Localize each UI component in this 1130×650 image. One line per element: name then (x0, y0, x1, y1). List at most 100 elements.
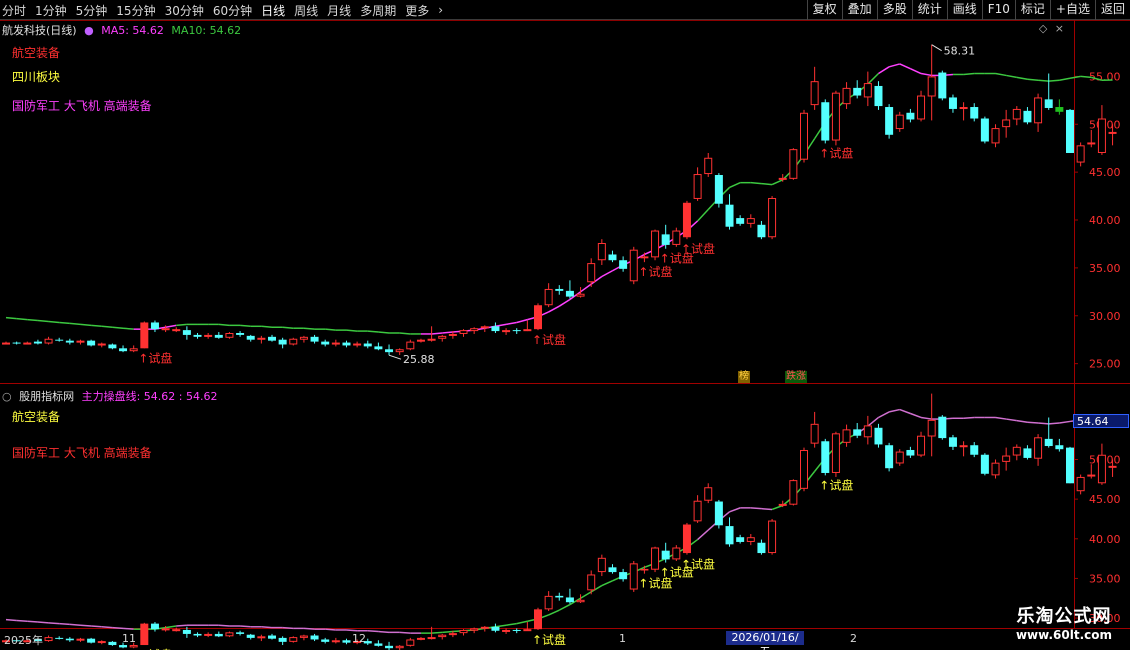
top-ma-segment (176, 323, 187, 327)
stock-chart[interactable]: 55.0050.0045.0040.0035.0030.0025.0055.00… (0, 0, 1130, 650)
bottom-ma-segment (69, 623, 81, 626)
top-candle-body (1066, 109, 1074, 153)
top-ma-segment (5, 316, 17, 320)
bottom-candle-body (693, 500, 702, 522)
top-candle-body (321, 341, 330, 345)
top-ma-segment (878, 66, 890, 75)
bottom-signal-label: ↑试盘 (532, 632, 566, 647)
top-candle-body (768, 197, 777, 238)
bottom-sector-label-aviation: 航空装备 (12, 410, 61, 424)
bottom-ma-segment (218, 624, 230, 627)
bottom-candle-body (682, 524, 691, 554)
bottom-ma-segment (920, 416, 932, 420)
ma5-label: MA5: 54.62 (101, 24, 164, 37)
x-label-jan: 1 (619, 632, 626, 645)
top-candle-body (289, 338, 298, 345)
bottom-candle-body (416, 637, 425, 640)
top-candle-body (1023, 110, 1032, 123)
bottom-ma-segment (548, 609, 560, 616)
top-candle-body (65, 340, 74, 343)
bottom-ma-segment (80, 624, 92, 627)
diamond-icon[interactable]: ◇ (1039, 22, 1047, 35)
bottom-ma-segment (27, 620, 38, 623)
bottom-candle-body (289, 637, 298, 642)
top-candle-body (353, 343, 362, 346)
top-candle-body (778, 177, 787, 180)
top-candle-body (416, 339, 425, 342)
bottom-ma-segment (771, 504, 783, 511)
top-candle-body (619, 260, 628, 269)
bottom-candle-body (938, 416, 947, 439)
top-candle-body (608, 254, 617, 261)
bottom-candle-body (480, 626, 489, 629)
bottom-ma-segment (697, 529, 709, 541)
settings-icon[interactable]: ● (84, 24, 94, 37)
top-candle-body (1034, 97, 1043, 124)
top-candle-body (1055, 107, 1064, 112)
top-signal-label: ↑试盘 (681, 241, 715, 256)
top-ma-segment (1080, 75, 1092, 79)
bottom-tick-label-2: 45.00 (1089, 493, 1121, 506)
bottom-ma-segment (910, 412, 922, 419)
top-ma-segment (920, 72, 932, 77)
bottom-candle-body (565, 597, 574, 603)
bottom-candle-body (544, 595, 553, 610)
bottom-ma-segment (91, 625, 102, 628)
close-icon[interactable]: × (1055, 22, 1064, 35)
top-ma-segment (516, 318, 528, 324)
top-candle-body (789, 149, 798, 179)
top-candle-body (672, 230, 681, 245)
top-candle-body (555, 288, 564, 291)
top-candle-body (885, 107, 894, 135)
top-candle-body (800, 112, 808, 160)
top-candle-body (693, 174, 702, 199)
bottom-candle-body (161, 628, 170, 631)
bottom-candle-body (278, 637, 287, 642)
top-pane-header: 航发科技(日线) ● MA5: 54.62 MA10: 54.62 (2, 22, 245, 38)
bottom-candle-body (704, 487, 713, 501)
top-ma-segment (995, 72, 1007, 77)
top-ma-segment (303, 327, 315, 330)
bottom-candle-body (406, 639, 415, 646)
top-candle-body (714, 175, 723, 204)
bottom-ma-segment (122, 627, 134, 630)
collapse-icon[interactable]: ○ (2, 390, 12, 403)
top-ma-segment (48, 320, 60, 324)
bottom-sector-label-defense: 国防军工 大飞机 高端装备 (12, 446, 152, 460)
top-candle-body (640, 256, 649, 259)
bottom-candle-body (651, 547, 660, 570)
top-ma-segment (346, 329, 358, 332)
limit-badge[interactable]: 跌涨 (785, 371, 807, 383)
bottom-ma-segment (176, 624, 187, 627)
bottom-candle-body (257, 636, 266, 639)
bottom-ma-segment (346, 629, 358, 632)
top-ma-segment (867, 72, 880, 85)
top-candle-body (1002, 119, 1011, 128)
bottom-candle-body (587, 574, 596, 591)
top-ma-segment (771, 179, 784, 186)
bottom-ma-segment (878, 411, 890, 419)
top-candle-body (746, 218, 755, 224)
top-tick-label-2: 45.00 (1089, 166, 1121, 179)
list-badge[interactable]: 榜 (738, 371, 750, 383)
bottom-candle-body (640, 568, 649, 571)
bottom-tick-label-4: 35.00 (1089, 572, 1121, 585)
low-marker-line (388, 354, 402, 360)
top-candle-body (565, 290, 574, 297)
top-candle-body (427, 338, 436, 341)
top-candle-body (651, 230, 660, 258)
sector-label-defense: 国防军工 大飞机 高端装备 (12, 99, 152, 113)
top-candle-body (980, 118, 989, 142)
top-candle-body (310, 336, 319, 342)
top-candle-body (406, 341, 415, 350)
top-candle-body (1108, 131, 1117, 134)
bottom-ma-segment (558, 603, 571, 611)
top-ma-segment (91, 324, 102, 328)
top-candle-body (1097, 118, 1106, 153)
x-label-year: 2025年 (4, 634, 43, 647)
top-candle-body (97, 343, 106, 346)
bottom-candle-body (225, 632, 234, 637)
top-candle-body (534, 305, 542, 330)
top-candle-body (927, 76, 936, 97)
top-candle-body (1044, 99, 1053, 108)
